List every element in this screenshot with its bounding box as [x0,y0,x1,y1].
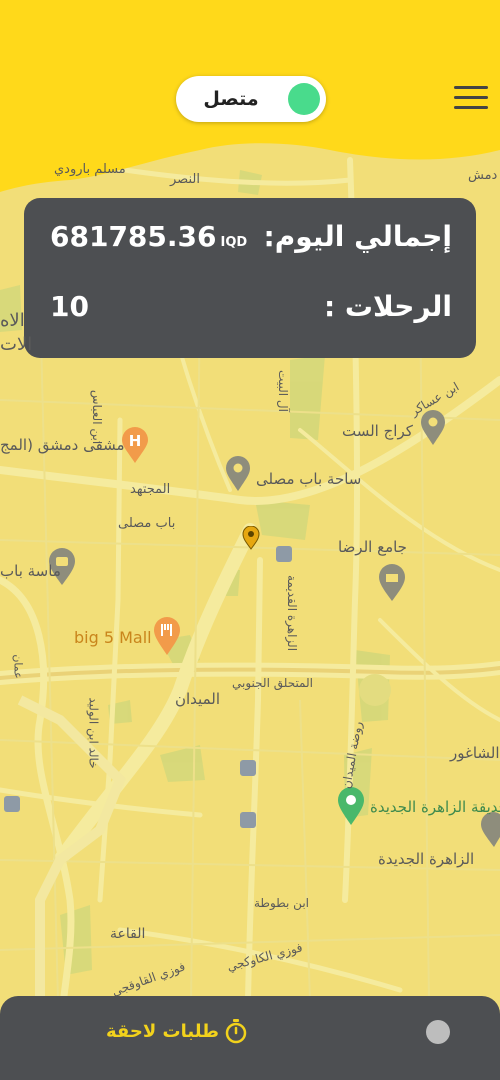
map-label: حديقة الزاهرة الجديدة [370,798,500,816]
map-label-big5: big 5 Mall [74,628,152,647]
bus-stop-icon[interactable] [240,760,256,776]
map-label: الزاهرة الجديدة [378,850,475,868]
map-label: آل البيت [275,370,290,412]
map-label: الميدان [175,690,220,708]
map-label: ابن بطوطة [254,896,309,910]
later-requests-button[interactable]: طلبات لاحقة [106,1014,247,1048]
indicator-dot[interactable] [426,1020,450,1044]
map-label: مسلم بارودي [54,162,126,177]
currency-code: IQD [220,235,248,250]
map-label: ماسة باب [0,562,61,580]
mosque-pin-icon[interactable] [378,564,406,602]
map-label: القاعة [110,926,146,942]
today-total-value: 681785.36 IQD [50,220,247,253]
map-label: الزاهرة القديمة [285,574,300,652]
map-label: الشاغور [450,744,500,762]
map-label: ساحة باب مصلى [256,470,362,488]
bus-stop-icon[interactable] [276,546,292,562]
map-label: خالد ابن الوليد [86,697,101,769]
map-label: عمان [11,654,25,679]
trips-value: 10 [50,290,89,323]
map-label: مشفى دمشق (المج [0,436,125,454]
map-label: باب مصلى [118,516,176,531]
daily-stats-card: إجمالي اليوم: 681785.36 IQD الرحلات : 10 [24,198,476,358]
online-status-toggle[interactable]: متصل [176,76,326,122]
map-label: دمش [468,168,498,183]
map-label: كراج الست [342,422,413,440]
garage-pin-icon[interactable] [420,410,446,446]
map-label: المجتهد [130,482,171,497]
shop-pin-icon-2[interactable] [480,812,500,848]
location-marker-icon[interactable] [242,526,260,550]
place-pin-icon[interactable] [225,456,251,492]
today-total-label: إجمالي اليوم: [263,220,452,253]
map-label: ابن العباس [90,389,105,445]
later-requests-label: طلبات لاحقة [106,1020,220,1042]
restaurant-pin-icon[interactable] [152,616,182,656]
bottom-bar: طلبات لاحقة [0,996,500,1080]
map-label: الاه [0,310,25,331]
park-pin-icon[interactable] [336,786,366,826]
svg-text:H: H [129,432,142,450]
map-label: المتحلق الجنوبي [232,676,313,690]
bus-stop-icon[interactable] [4,796,20,812]
map-label: النصر [170,172,200,187]
hamburger-menu-icon[interactable] [454,86,488,112]
bus-stop-icon[interactable] [240,812,256,828]
stopwatch-icon [225,1019,247,1044]
trips-label: الرحلات : [323,290,452,323]
toggle-knob [288,83,320,115]
map-label: جامع الرضا [338,538,407,556]
today-total-amount: 681785.36 [50,220,217,253]
map-label: الات [0,334,33,355]
status-label: متصل [203,88,259,110]
